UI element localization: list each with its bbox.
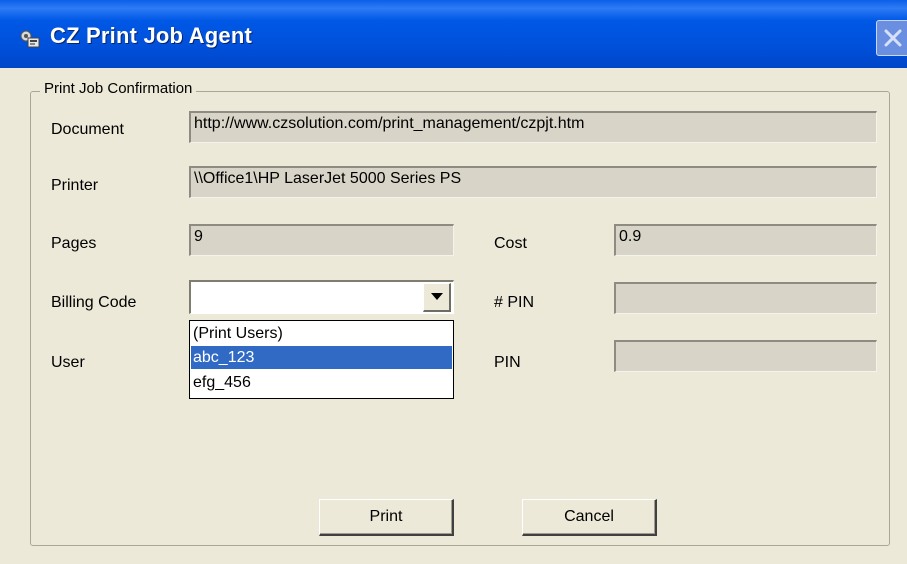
chevron-down-icon [431,293,443,300]
user-label: User [51,354,85,371]
pin-label: PIN [494,354,521,371]
print-job-groupbox [30,91,890,546]
close-button[interactable] [876,20,907,56]
pin-count-label: # PIN [494,294,535,311]
document-label: Document [51,121,124,138]
cost-field: 0.9 [614,224,877,256]
print-button[interactable]: Print [319,499,454,536]
dropdown-option-selected[interactable]: abc_123 [191,346,452,369]
pages-field: 9 [189,224,454,256]
billing-code-dropdown-list: (Print Users) abc_123 efg_456 [189,320,454,399]
groupbox-title: Print Job Confirmation [40,80,197,97]
pin-field[interactable] [614,340,877,372]
dropdown-option[interactable]: efg_456 [191,371,452,394]
billing-code-combobox[interactable] [189,280,454,314]
printer-agent-icon [18,28,40,50]
cost-label: Cost [494,235,527,252]
dialog-window: CZ Print Job Agent Print Job Confirmatio… [0,0,907,564]
close-icon [884,29,902,47]
dropdown-option[interactable]: (Print Users) [191,322,452,345]
printer-field: \\Office1\HP LaserJet 5000 Series PS [189,166,877,198]
pin-count-field [614,282,877,314]
pages-label: Pages [51,235,97,252]
document-field: http://www.czsolution.com/print_manageme… [189,111,877,143]
cancel-button[interactable]: Cancel [522,499,657,536]
billing-code-label: Billing Code [51,294,137,311]
printer-label: Printer [51,177,99,194]
dropdown-toggle-button[interactable] [423,283,451,312]
window-title: CZ Print Job Agent [50,23,252,48]
title-bar[interactable]: CZ Print Job Agent [0,0,907,68]
